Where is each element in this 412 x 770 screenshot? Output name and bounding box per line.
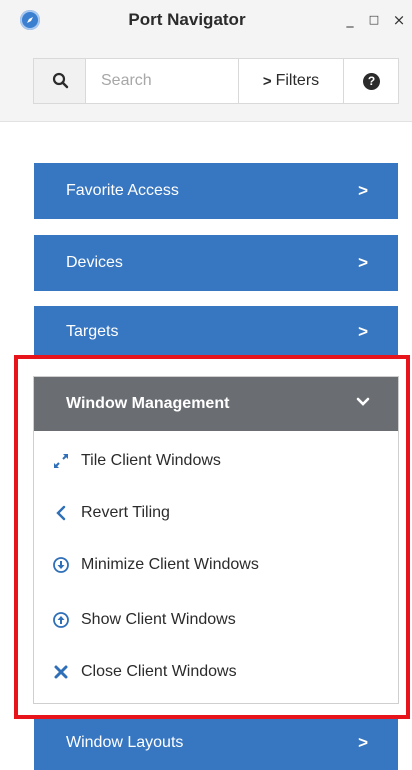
window-header: Port Navigator _ □ × > Filters ? [0, 0, 412, 122]
compass-icon [20, 10, 40, 30]
window-management-panel: Window Management Tile Client Windows Re… [33, 376, 399, 704]
search-button[interactable] [34, 59, 86, 103]
nav-item-label: Targets [66, 323, 119, 340]
minimize-client-windows-item[interactable]: Minimize Client Windows [34, 540, 398, 590]
nav-item-window-layouts[interactable]: Window Layouts > [34, 715, 398, 770]
tile-arrows-icon [54, 454, 68, 468]
chevron-right-icon: > [358, 253, 368, 272]
circle-arrow-up-icon [53, 612, 69, 628]
nav-item-targets[interactable]: Targets > [34, 306, 398, 358]
nav-item-devices[interactable]: Devices > [34, 235, 398, 291]
window-management-label: Window Management [66, 395, 230, 412]
menu-item-label: Close Client Windows [81, 663, 237, 680]
chevron-right-icon: > [262, 72, 272, 90]
nav-item-favorite-access[interactable]: Favorite Access > [34, 163, 398, 219]
x-icon [54, 665, 68, 679]
search-bar: > Filters ? [33, 58, 399, 104]
filters-label: Filters [275, 72, 320, 89]
chevron-down-icon [356, 397, 370, 406]
chevron-right-icon: > [358, 733, 368, 752]
chevron-left-icon [56, 505, 66, 521]
menu-item-label: Tile Client Windows [81, 452, 221, 469]
close-client-windows-item[interactable]: Close Client Windows [34, 647, 398, 697]
close-window-button[interactable]: × [390, 10, 408, 30]
maximize-button[interactable]: □ [365, 10, 383, 30]
minimize-button[interactable]: _ [341, 10, 359, 30]
search-input[interactable] [87, 59, 238, 103]
show-client-windows-item[interactable]: Show Client Windows [34, 595, 398, 645]
window-management-header[interactable]: Window Management [34, 377, 398, 431]
nav-item-label: Devices [66, 254, 123, 271]
window-title: Port Navigator [128, 10, 246, 29]
nav-item-label: Window Layouts [66, 734, 184, 751]
menu-item-label: Show Client Windows [81, 611, 236, 628]
tile-client-windows-item[interactable]: Tile Client Windows [34, 436, 398, 486]
menu-item-label: Minimize Client Windows [81, 556, 259, 573]
filters-button[interactable]: > Filters [238, 59, 344, 103]
revert-tiling-item[interactable]: Revert Tiling [34, 488, 398, 538]
menu-item-label: Revert Tiling [81, 504, 170, 521]
search-icon [52, 72, 69, 89]
nav-item-label: Favorite Access [66, 182, 179, 199]
help-button[interactable]: ? [345, 59, 398, 103]
chevron-right-icon: > [358, 322, 368, 341]
port-navigator-window: Port Navigator _ □ × > Filters ? Favorit… [0, 0, 412, 770]
chevron-right-icon: > [358, 181, 368, 200]
question-icon: ? [363, 72, 380, 90]
circle-arrow-down-icon [53, 557, 69, 573]
